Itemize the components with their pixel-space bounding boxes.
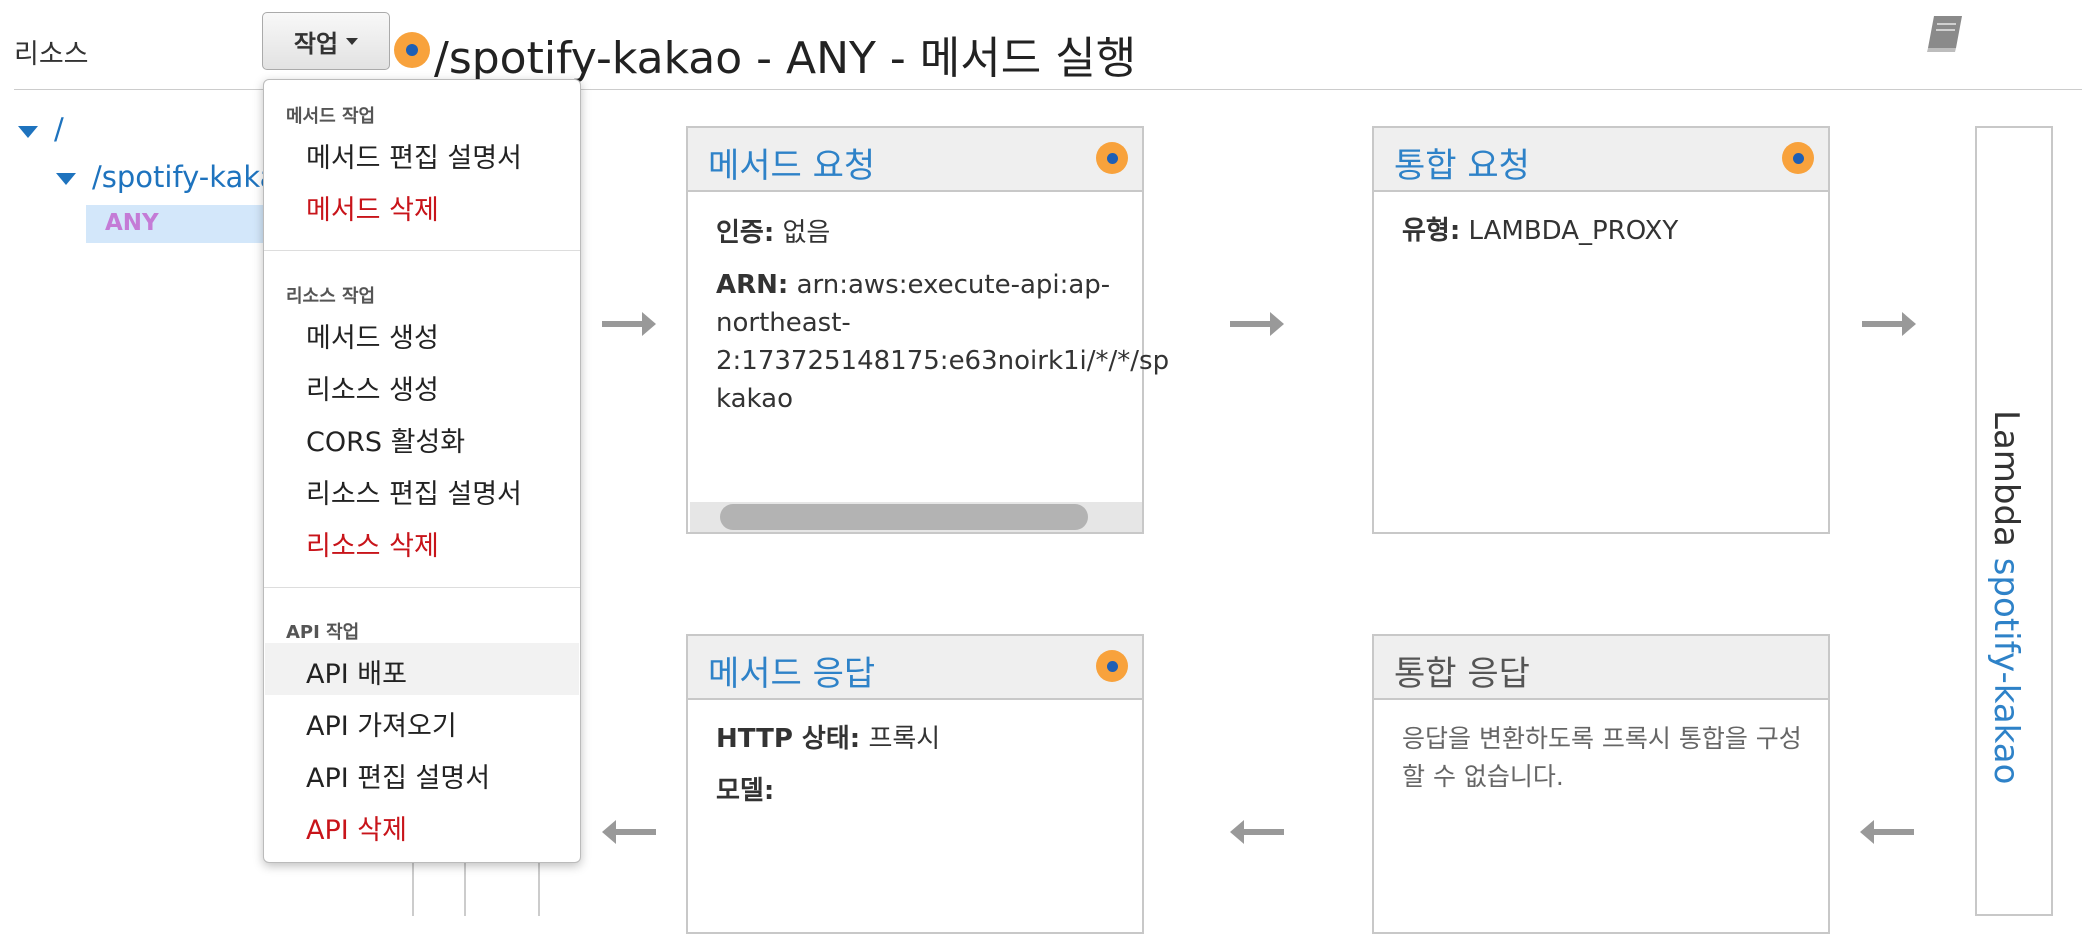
arn-line-2: northeast- <box>716 308 851 338</box>
method-response-card[interactable]: 메서드 응답 HTTP 상태: 프록시 모델: <box>686 634 1144 934</box>
lambda-function-link[interactable]: spotify-kakao <box>1986 558 2026 785</box>
menu-item-create-method[interactable]: 메서드 생성 <box>306 316 439 355</box>
type-label: 유형: <box>1402 216 1461 246</box>
lambda-target-label[interactable]: Lambda spotify-kakao <box>1986 410 2026 784</box>
menu-item-delete-api[interactable]: API 삭제 <box>306 808 407 847</box>
resources-label: 리소스 <box>14 39 89 70</box>
card-header: 메서드 응답 <box>688 636 1142 700</box>
status-dot-icon <box>394 32 430 68</box>
flow-arrow-left-icon <box>1230 820 1284 844</box>
type-value: LAMBDA_PROXY <box>1468 216 1679 246</box>
integration-response-body: 응답을 변환하도록 프록시 통합을 구성 할 수 없습니다. <box>1402 720 1828 796</box>
card-header: 통합 응답 <box>1374 636 1828 700</box>
card-header: 메서드 요청 <box>688 128 1142 192</box>
auth-value: 없음 <box>782 218 831 248</box>
arn-line-4: kakao <box>716 384 793 414</box>
method-request-title[interactable]: 메서드 요청 <box>708 138 875 187</box>
page-title: /spotify-kakao - ANY - 메서드 실행 <box>434 33 1137 84</box>
status-dot-icon <box>1096 650 1128 682</box>
menu-item-create-resource[interactable]: 리소스 생성 <box>306 368 439 407</box>
menu-item-edit-method-docs[interactable]: 메서드 편집 설명서 <box>306 136 522 175</box>
menu-divider <box>264 587 580 588</box>
method-request-card[interactable]: 메서드 요청 인증: 없음 ARN: arn:aws:execute-api:a… <box>686 126 1169 534</box>
http-status-value: 프록시 <box>868 724 941 754</box>
menu-item-delete-resource[interactable]: 리소스 삭제 <box>306 524 439 563</box>
menu-item-edit-api-docs[interactable]: API 편집 설명서 <box>306 756 490 795</box>
menu-item-deploy-api[interactable]: API 배포 <box>306 652 407 691</box>
arn-line-3: 2:173725148175:e63noirk1i/*/*/sp <box>716 346 1170 376</box>
card-header: 통합 요청 <box>1374 128 1828 192</box>
method-request-body: 인증: 없음 ARN: arn:aws:execute-api:ap- nort… <box>716 214 1169 418</box>
integration-response-title: 통합 응답 <box>1394 654 1530 694</box>
actions-button-label: 작업 <box>293 29 339 58</box>
flow-arrow-right-icon <box>1862 312 1916 336</box>
menu-section-api-actions: API 작업 <box>286 622 360 643</box>
actions-dropdown-menu: 메서드 작업 메서드 편집 설명서 메서드 삭제 리소스 작업 메서드 생성 리… <box>263 79 581 863</box>
menu-item-enable-cors[interactable]: CORS 활성화 <box>306 420 465 459</box>
documentation-book-icon[interactable] <box>1926 14 1964 54</box>
tree-expand-icon[interactable] <box>56 173 76 185</box>
method-response-title[interactable]: 메서드 응답 <box>708 646 875 695</box>
menu-item-edit-resource-docs[interactable]: 리소스 편집 설명서 <box>306 472 522 511</box>
tree-node-spotify-kakao[interactable]: /spotify-kaka <box>92 160 277 194</box>
status-dot-icon <box>1096 142 1128 174</box>
tree-node-any-label: ANY <box>105 210 159 236</box>
lambda-prefix: Lambda <box>1986 410 2026 547</box>
actions-dropdown-button[interactable]: 작업 <box>262 12 390 70</box>
tree-node-root[interactable]: / <box>54 112 64 146</box>
flow-arrow-left-icon <box>602 820 656 844</box>
chevron-down-icon <box>346 37 359 45</box>
arn-line-1: arn:aws:execute-api:ap- <box>796 270 1111 300</box>
scrollbar-thumb[interactable] <box>720 504 1088 530</box>
tree-expand-icon[interactable] <box>18 126 38 138</box>
integration-response-card: 통합 응답 응답을 변환하도록 프록시 통합을 구성 할 수 없습니다. <box>1372 634 1830 934</box>
menu-item-delete-method[interactable]: 메서드 삭제 <box>306 188 439 227</box>
integration-request-card[interactable]: 통합 요청 유형: LAMBDA_PROXY <box>1372 126 1830 534</box>
flow-arrow-right-icon <box>602 312 656 336</box>
flow-arrow-left-icon <box>1860 820 1914 844</box>
integration-request-body: 유형: LAMBDA_PROXY <box>1402 212 1828 250</box>
flow-arrow-right-icon <box>1230 312 1284 336</box>
method-response-body: HTTP 상태: 프록시 모델: <box>716 720 1142 810</box>
integration-request-title[interactable]: 통합 요청 <box>1394 138 1530 187</box>
menu-item-import-api[interactable]: API 가져오기 <box>306 704 457 743</box>
menu-divider <box>264 250 580 251</box>
integration-response-message-2: 할 수 없습니다. <box>1402 762 1564 791</box>
model-label: 모델: <box>716 776 775 806</box>
horizontal-scrollbar[interactable] <box>690 502 1142 532</box>
status-dot-icon <box>1782 142 1814 174</box>
auth-label: 인증: <box>716 218 775 248</box>
menu-section-method-actions: 메서드 작업 <box>286 106 376 127</box>
menu-section-resource-actions: 리소스 작업 <box>286 286 376 307</box>
http-status-label: HTTP 상태: <box>716 724 861 754</box>
arn-label: ARN: <box>716 270 789 300</box>
integration-response-message-1: 응답을 변환하도록 프록시 통합을 구성 <box>1402 724 1802 753</box>
